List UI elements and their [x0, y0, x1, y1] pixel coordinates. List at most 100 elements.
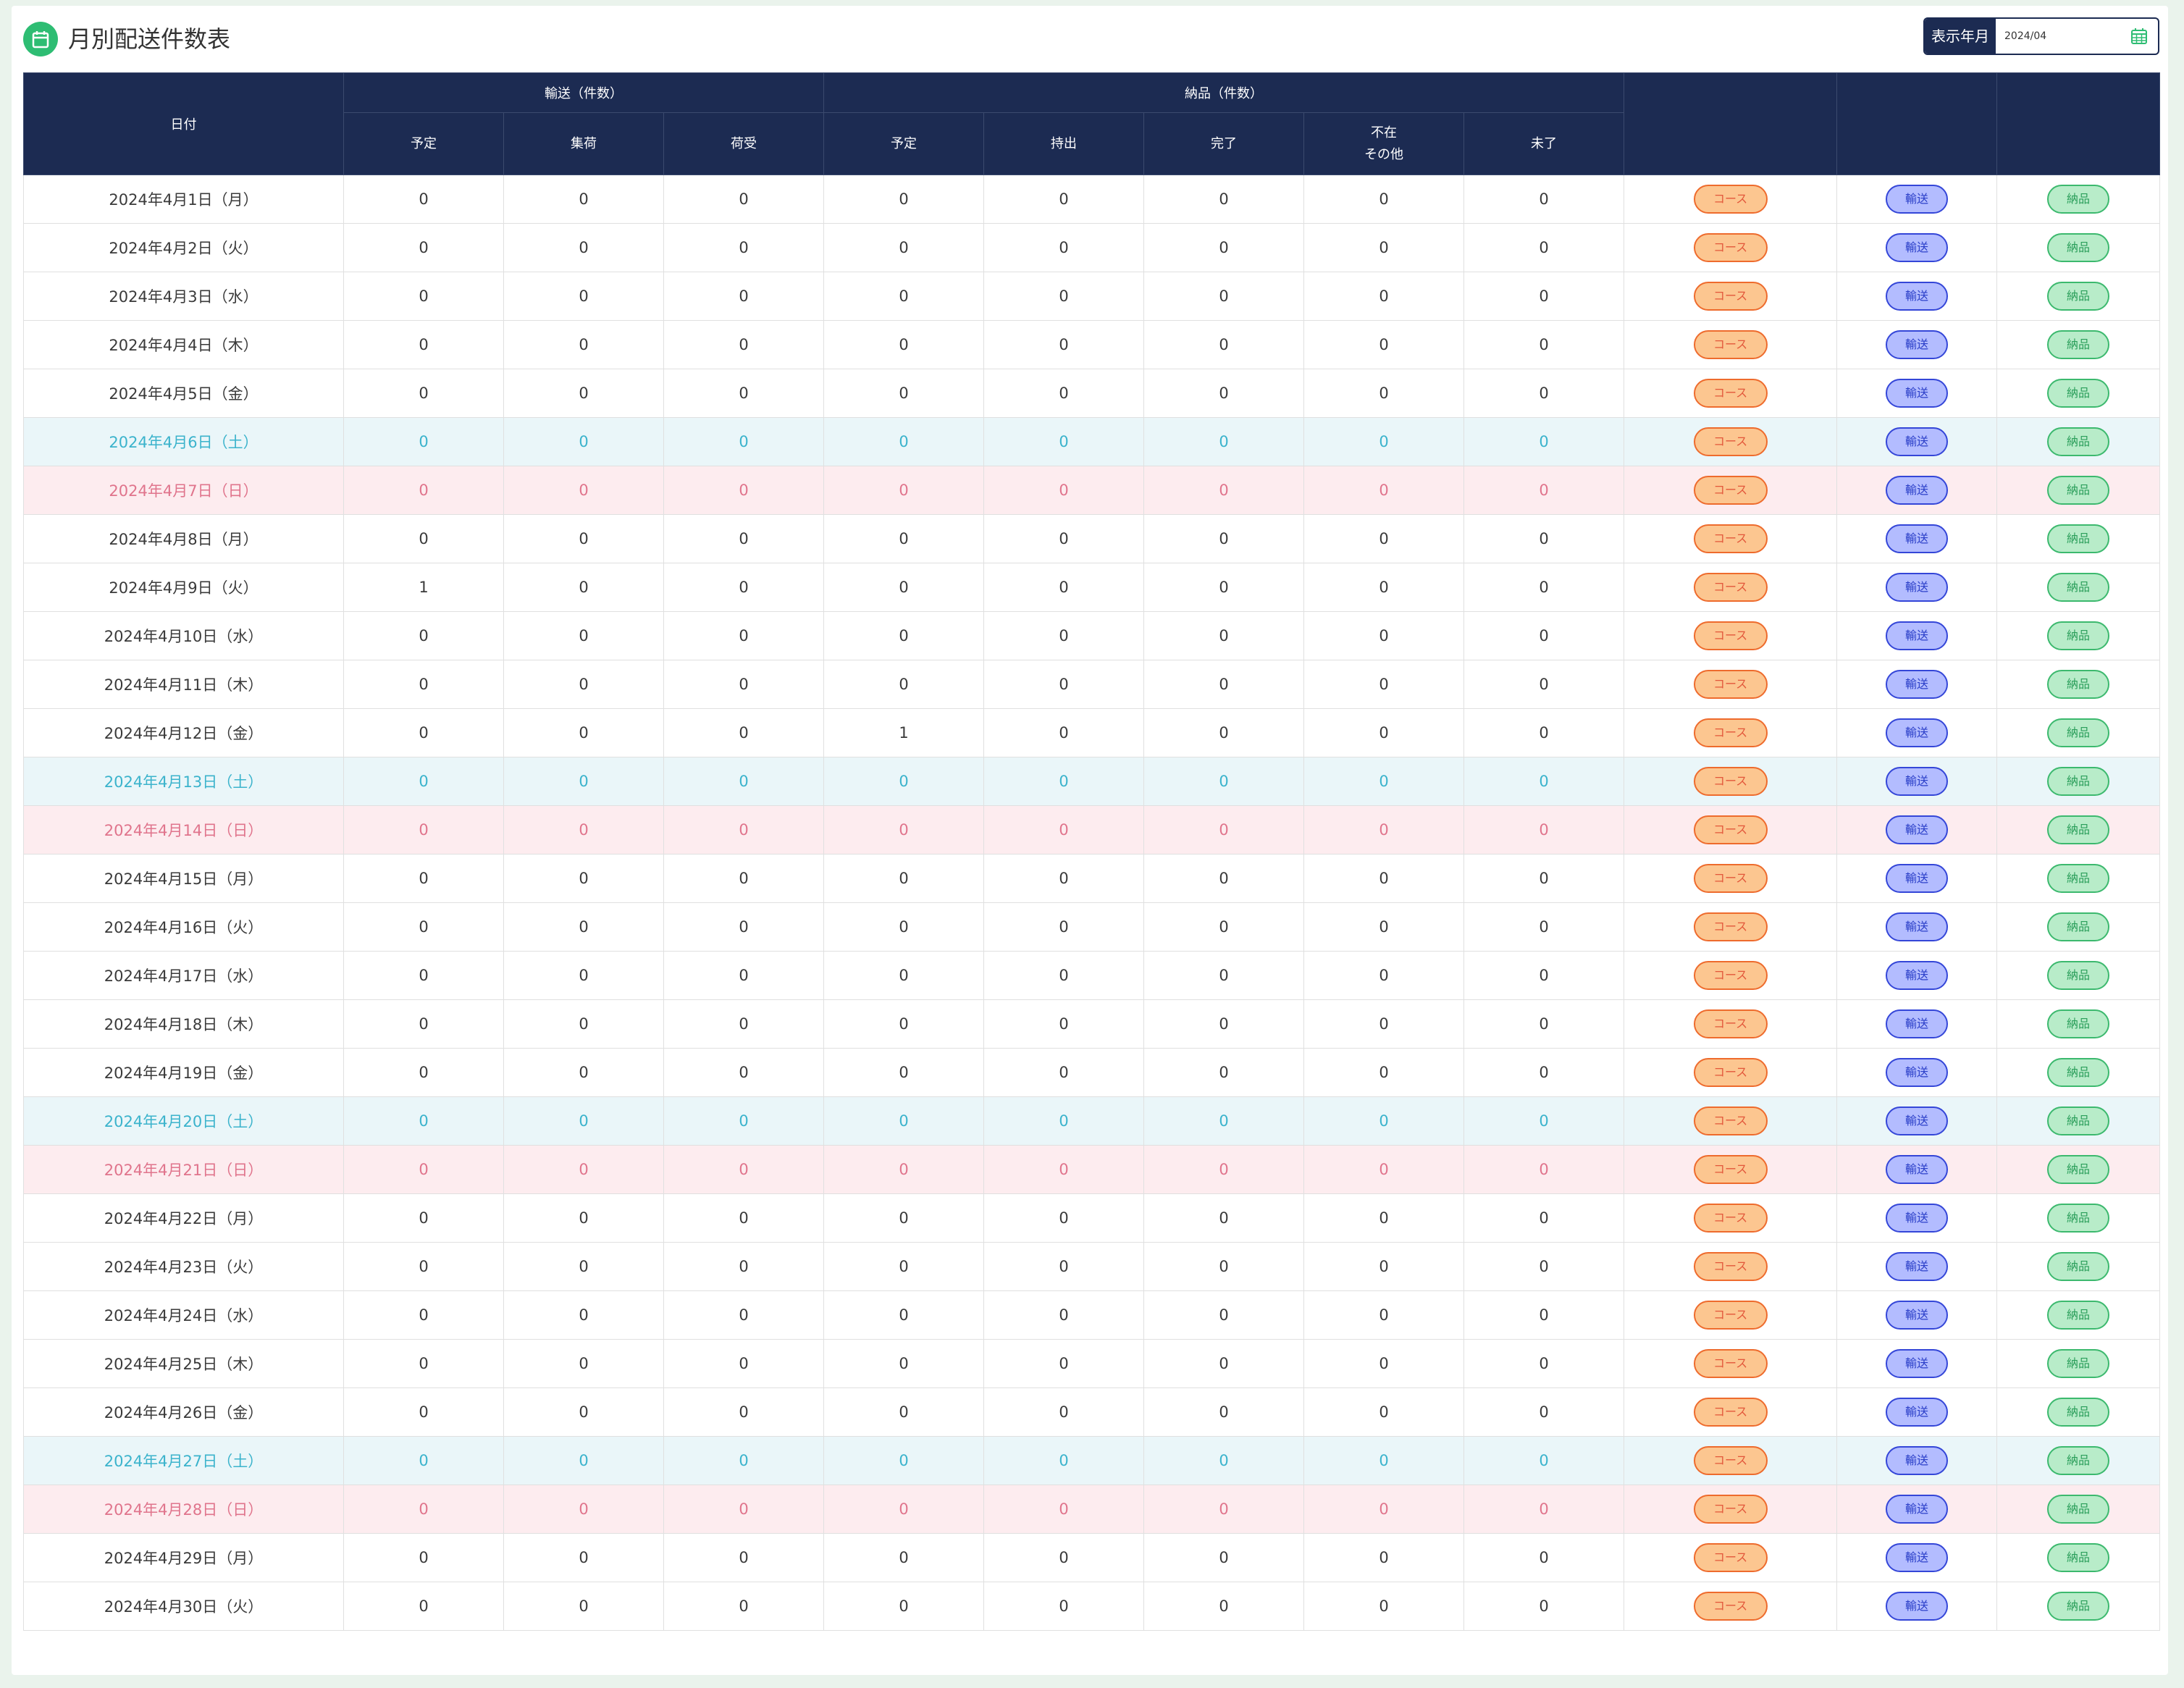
transport-button[interactable]: 輸送 — [1886, 1252, 1949, 1281]
delivery-button[interactable]: 納品 — [2047, 718, 2110, 747]
date-cell: 2024年4月15日（月） — [23, 854, 344, 903]
delivery-button[interactable]: 納品 — [2047, 1495, 2110, 1524]
delivery-button[interactable]: 納品 — [2047, 961, 2110, 990]
course-button[interactable]: コース — [1693, 1252, 1768, 1281]
course-button[interactable]: コース — [1693, 1009, 1768, 1038]
course-button[interactable]: コース — [1693, 718, 1768, 747]
transport-button[interactable]: 輸送 — [1886, 1155, 1949, 1184]
course-button[interactable]: コース — [1693, 1398, 1768, 1427]
calendar-grid-icon[interactable] — [2130, 28, 2148, 45]
delivery-button[interactable]: 納品 — [2047, 1058, 2110, 1087]
delivery-button-column-header — [1996, 72, 2161, 175]
delivery-button[interactable]: 納品 — [2047, 1398, 2110, 1427]
course-button[interactable]: コース — [1693, 670, 1768, 699]
transport-button[interactable]: 輸送 — [1886, 573, 1949, 602]
transport-button[interactable]: 輸送 — [1886, 1398, 1949, 1427]
transport-button[interactable]: 輸送 — [1886, 767, 1949, 796]
course-button[interactable]: コース — [1693, 767, 1768, 796]
delivery-button[interactable]: 納品 — [2047, 1301, 2110, 1330]
transport-button[interactable]: 輸送 — [1886, 1058, 1949, 1087]
delivery-button[interactable]: 納品 — [2047, 864, 2110, 893]
course-button[interactable]: コース — [1693, 1446, 1768, 1475]
delivery-button[interactable]: 納品 — [2047, 767, 2110, 796]
course-button[interactable]: コース — [1693, 864, 1768, 893]
delivery-button[interactable]: 納品 — [2047, 1446, 2110, 1475]
course-button[interactable]: コース — [1693, 815, 1768, 844]
delivery-button[interactable]: 納品 — [2047, 233, 2110, 262]
transport-button[interactable]: 輸送 — [1886, 185, 1949, 214]
delivery-button-cell: 納品 — [1996, 1290, 2161, 1340]
course-button[interactable]: コース — [1693, 476, 1768, 505]
transport-button[interactable]: 輸送 — [1886, 815, 1949, 844]
delivery-button[interactable]: 納品 — [2047, 1252, 2110, 1281]
course-button[interactable]: コース — [1693, 1301, 1768, 1330]
transport-button[interactable]: 輸送 — [1886, 1495, 1949, 1524]
month-picker[interactable]: 表示年月 2024/04 — [1923, 17, 2159, 55]
transport-button[interactable]: 輸送 — [1886, 1543, 1949, 1572]
date-cell: 2024年4月24日（水） — [23, 1290, 344, 1340]
delivery-button[interactable]: 納品 — [2047, 185, 2110, 214]
transport-button[interactable]: 輸送 — [1886, 233, 1949, 262]
course-button[interactable]: コース — [1693, 1155, 1768, 1184]
course-button[interactable]: コース — [1693, 573, 1768, 602]
transport-button[interactable]: 輸送 — [1886, 330, 1949, 359]
course-button[interactable]: コース — [1693, 1204, 1768, 1233]
delivery-button[interactable]: 納品 — [2047, 1349, 2110, 1378]
count-cell: 0 — [823, 1387, 984, 1437]
month-input[interactable]: 2024/04 — [2004, 19, 2046, 54]
transport-button[interactable]: 輸送 — [1886, 1592, 1949, 1621]
course-button[interactable]: コース — [1693, 621, 1768, 650]
count-cell: 0 — [503, 660, 664, 709]
delivery-button[interactable]: 納品 — [2047, 912, 2110, 941]
transport-button[interactable]: 輸送 — [1886, 427, 1949, 456]
course-button[interactable]: コース — [1693, 961, 1768, 990]
transport-button[interactable]: 輸送 — [1886, 621, 1949, 650]
course-button[interactable]: コース — [1693, 282, 1768, 311]
course-button[interactable]: コース — [1693, 1543, 1768, 1572]
delivery-button[interactable]: 納品 — [2047, 1009, 2110, 1038]
delivery-button[interactable]: 納品 — [2047, 670, 2110, 699]
course-button[interactable]: コース — [1693, 233, 1768, 262]
delivery-button[interactable]: 納品 — [2047, 427, 2110, 456]
transport-button[interactable]: 輸送 — [1886, 379, 1949, 408]
transport-button[interactable]: 輸送 — [1886, 1107, 1949, 1135]
transport-button[interactable]: 輸送 — [1886, 1009, 1949, 1038]
course-button[interactable]: コース — [1693, 1592, 1768, 1621]
transport-button[interactable]: 輸送 — [1886, 1446, 1949, 1475]
delivery-button[interactable]: 納品 — [2047, 524, 2110, 553]
course-button[interactable]: コース — [1693, 912, 1768, 941]
transport-button[interactable]: 輸送 — [1886, 961, 1949, 990]
delivery-button[interactable]: 納品 — [2047, 621, 2110, 650]
delivery-button[interactable]: 納品 — [2047, 1155, 2110, 1184]
transport-button[interactable]: 輸送 — [1886, 476, 1949, 505]
course-button[interactable]: コース — [1693, 1058, 1768, 1087]
delivery-button[interactable]: 納品 — [2047, 330, 2110, 359]
delivery-button[interactable]: 納品 — [2047, 379, 2110, 408]
transport-button[interactable]: 輸送 — [1886, 282, 1949, 311]
delivery-button[interactable]: 納品 — [2047, 476, 2110, 505]
course-button[interactable]: コース — [1693, 1349, 1768, 1378]
course-button[interactable]: コース — [1693, 1107, 1768, 1135]
transport-button[interactable]: 輸送 — [1886, 864, 1949, 893]
course-button[interactable]: コース — [1693, 185, 1768, 214]
delivery-button[interactable]: 納品 — [2047, 1107, 2110, 1135]
delivery-button[interactable]: 納品 — [2047, 282, 2110, 311]
transport-button[interactable]: 輸送 — [1886, 1349, 1949, 1378]
delivery-button[interactable]: 納品 — [2047, 1543, 2110, 1572]
course-button[interactable]: コース — [1693, 427, 1768, 456]
delivery-button[interactable]: 納品 — [2047, 815, 2110, 844]
delivery-button[interactable]: 納品 — [2047, 1204, 2110, 1233]
transport-button[interactable]: 輸送 — [1886, 912, 1949, 941]
transport-button[interactable]: 輸送 — [1886, 718, 1949, 747]
transport-button[interactable]: 輸送 — [1886, 524, 1949, 553]
course-button[interactable]: コース — [1693, 330, 1768, 359]
transport-button[interactable]: 輸送 — [1886, 1301, 1949, 1330]
course-button-cell: コース — [1624, 805, 1838, 855]
course-button[interactable]: コース — [1693, 379, 1768, 408]
transport-button[interactable]: 輸送 — [1886, 1204, 1949, 1233]
course-button[interactable]: コース — [1693, 524, 1768, 553]
delivery-button[interactable]: 納品 — [2047, 1592, 2110, 1621]
transport-button[interactable]: 輸送 — [1886, 670, 1949, 699]
delivery-button[interactable]: 納品 — [2047, 573, 2110, 602]
course-button[interactable]: コース — [1693, 1495, 1768, 1524]
